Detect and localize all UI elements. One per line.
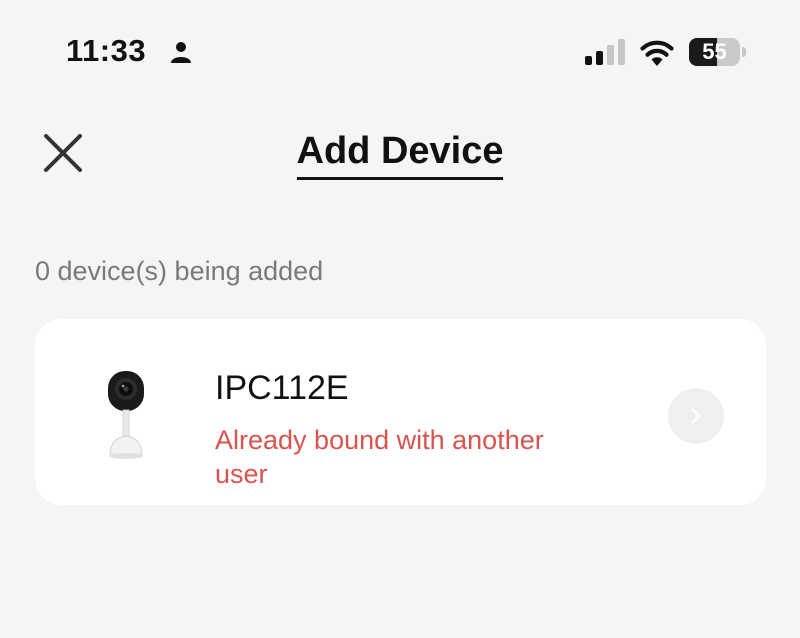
battery-indicator: 55 (689, 38, 749, 66)
chevron-right-icon (691, 408, 701, 424)
device-status: Already bound with another user (215, 425, 544, 489)
device-name: IPC112E (215, 369, 349, 407)
page-title-text: Add Device (296, 130, 504, 180)
status-bar: 11:33 55 (0, 0, 800, 100)
camera-icon (108, 371, 144, 459)
status-time: 11:33 (66, 33, 147, 68)
wifi-icon (640, 40, 674, 66)
cellular-signal-icon (585, 39, 625, 65)
device-card[interactable]: IPC112E Already bound with another user (35, 319, 766, 505)
page-title: Add Device (0, 130, 800, 180)
devices-added-count: 0 device(s) being added (35, 256, 324, 286)
device-details-button[interactable] (668, 388, 724, 444)
battery-level: 55 (702, 39, 727, 64)
battery-cap (742, 47, 746, 57)
person-icon (171, 42, 191, 63)
battery-body: 55 (689, 38, 740, 66)
